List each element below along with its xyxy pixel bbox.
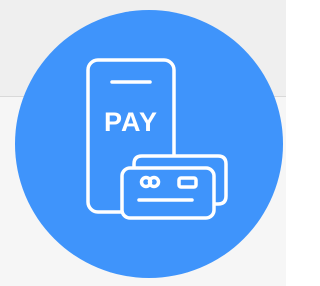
mobile-payment-icon: PAY (86, 58, 228, 220)
pay-label: PAY (104, 107, 158, 137)
icon-canvas: PAY (0, 0, 286, 286)
front-card-outline (120, 166, 216, 220)
